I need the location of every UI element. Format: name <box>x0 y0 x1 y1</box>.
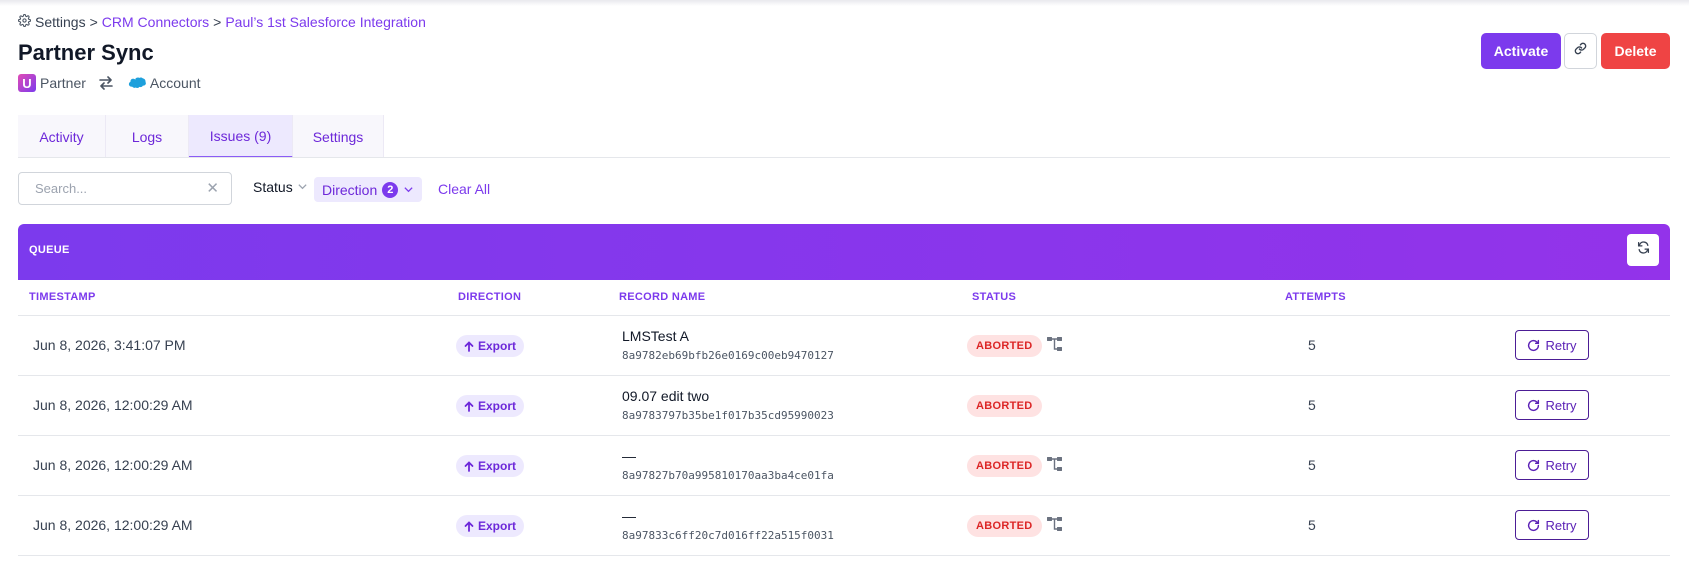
gear-icon <box>18 14 31 30</box>
retry-button[interactable]: Retry <box>1515 390 1589 420</box>
tabs-divider <box>18 157 1670 158</box>
retry-button[interactable]: Retry <box>1515 510 1589 540</box>
clear-all-link[interactable]: Clear All <box>438 181 490 197</box>
arrow-up-icon <box>464 520 474 532</box>
column-header-attempts[interactable]: ATTEMPTS <box>1285 291 1346 303</box>
breadcrumb-separator: > <box>89 14 98 30</box>
page-title: Partner Sync <box>18 40 154 65</box>
queue-header: QUEUE <box>18 224 1670 280</box>
direction-filter-label: Direction <box>322 181 378 198</box>
refresh-icon <box>1637 241 1650 259</box>
retry-icon <box>1528 339 1540 351</box>
status-badge: ABORTED <box>967 455 1042 477</box>
search-box: ✕ <box>18 172 232 205</box>
breadcrumb-settings[interactable]: Settings <box>35 14 86 30</box>
source-object-label: Partner <box>40 75 86 91</box>
record-name: LMSTest A <box>622 328 689 344</box>
record-id: 8a97833c6ff20c7d016ff22a515f0031 <box>622 529 834 542</box>
status-badge: ABORTED <box>967 515 1042 537</box>
retry-label: Retry <box>1545 337 1577 353</box>
retry-button[interactable]: Retry <box>1515 330 1589 360</box>
retry-label: Retry <box>1545 517 1577 533</box>
arrow-up-icon <box>464 340 474 352</box>
attempts-count: 5 <box>1308 517 1316 533</box>
record-name: — <box>622 508 636 524</box>
copy-link-button[interactable] <box>1564 33 1597 69</box>
table-row: Jun 8, 2026, 12:00:29 AM Export — 8a9782… <box>18 436 1670 496</box>
tab-logs[interactable]: Logs <box>106 115 189 158</box>
attempts-count: 5 <box>1308 337 1316 353</box>
retry-icon <box>1528 459 1540 471</box>
record-id: 8a9782eb69bfb26e0169c00eb9470127 <box>622 349 834 362</box>
attempts-count: 5 <box>1308 397 1316 413</box>
activate-button[interactable]: Activate <box>1481 33 1561 69</box>
direction-badge: Export <box>456 455 525 477</box>
column-header-status[interactable]: STATUS <box>972 291 1016 303</box>
queue-label: QUEUE <box>29 244 70 256</box>
tab-bar: Activity Logs Issues (9) Settings <box>18 115 384 158</box>
refresh-button[interactable] <box>1627 234 1659 266</box>
breadcrumb: Settings > CRM Connectors > Paul’s 1st S… <box>18 14 426 30</box>
table-row: Jun 8, 2026, 12:00:29 AM Export — 8a9783… <box>18 496 1670 556</box>
direction-badge: Export <box>456 335 525 357</box>
tab-activity[interactable]: Activity <box>18 115 106 158</box>
row-timestamp: Jun 8, 2026, 12:00:29 AM <box>33 517 193 533</box>
table-row: Jun 8, 2026, 12:00:29 AM Export 09.07 ed… <box>18 376 1670 436</box>
delete-button[interactable]: Delete <box>1601 33 1670 69</box>
status-filter-label: Status <box>253 179 293 195</box>
column-header-timestamp[interactable]: TIMESTAMP <box>29 291 96 303</box>
sync-mapping: U Partner Account <box>18 74 201 92</box>
direction-label: Export <box>478 519 517 533</box>
link-icon <box>1574 42 1587 60</box>
hierarchy-icon[interactable] <box>1047 457 1063 476</box>
salesforce-cloud-icon <box>128 77 146 90</box>
status-badge: ABORTED <box>967 335 1042 357</box>
tab-settings[interactable]: Settings <box>293 115 384 158</box>
retry-label: Retry <box>1545 457 1577 473</box>
record-id: 8a9783797b35be1f017b35cd95990023 <box>622 409 834 422</box>
top-shadow <box>0 0 1689 6</box>
direction-label: Export <box>478 339 517 353</box>
tab-issues[interactable]: Issues (9) <box>189 115 293 158</box>
breadcrumb-separator: > <box>213 14 222 30</box>
row-timestamp: Jun 8, 2026, 12:00:29 AM <box>33 397 193 413</box>
direction-label: Export <box>478 459 517 473</box>
record-name: — <box>622 448 636 464</box>
record-id: 8a97827b70a995810170aa3ba4ce01fa <box>622 469 834 482</box>
column-header-direction[interactable]: DIRECTION <box>458 291 521 303</box>
breadcrumb-integration[interactable]: Paul’s 1st Salesforce Integration <box>225 14 426 30</box>
retry-label: Retry <box>1545 397 1577 413</box>
search-input[interactable] <box>33 173 203 204</box>
retry-icon <box>1528 399 1540 411</box>
status-filter-dropdown[interactable]: Status <box>253 179 308 195</box>
retry-icon <box>1528 519 1540 531</box>
target-object-label: Account <box>149 75 201 91</box>
chevron-down-icon <box>403 182 414 198</box>
direction-label: Export <box>478 399 517 413</box>
chevron-down-icon <box>297 179 308 195</box>
status-badge: ABORTED <box>967 395 1042 417</box>
attempts-count: 5 <box>1308 457 1316 473</box>
breadcrumb-crm-connectors[interactable]: CRM Connectors <box>102 14 209 30</box>
hierarchy-icon[interactable] <box>1047 517 1063 536</box>
direction-filter-dropdown[interactable]: Direction 2 <box>314 177 423 202</box>
arrow-up-icon <box>464 460 474 472</box>
row-timestamp: Jun 8, 2026, 3:41:07 PM <box>33 337 186 353</box>
swap-arrows-icon <box>98 76 114 90</box>
retry-button[interactable]: Retry <box>1515 450 1589 480</box>
column-header-record-name[interactable]: RECORD NAME <box>619 291 705 303</box>
direction-badge: Export <box>456 515 525 537</box>
direction-filter-count: 2 <box>382 181 399 198</box>
table-row: Jun 8, 2026, 3:41:07 PM Export LMSTest A… <box>18 316 1670 376</box>
hierarchy-icon[interactable] <box>1047 337 1063 356</box>
record-name: 09.07 edit two <box>622 388 710 404</box>
arrow-up-icon <box>464 400 474 412</box>
direction-badge: Export <box>456 395 525 417</box>
row-timestamp: Jun 8, 2026, 12:00:29 AM <box>33 457 193 473</box>
table-header: TIMESTAMP DIRECTION RECORD NAME STATUS A… <box>18 280 1670 316</box>
clear-search-icon[interactable]: ✕ <box>206 179 219 197</box>
partner-logo-icon: U <box>18 74 36 92</box>
